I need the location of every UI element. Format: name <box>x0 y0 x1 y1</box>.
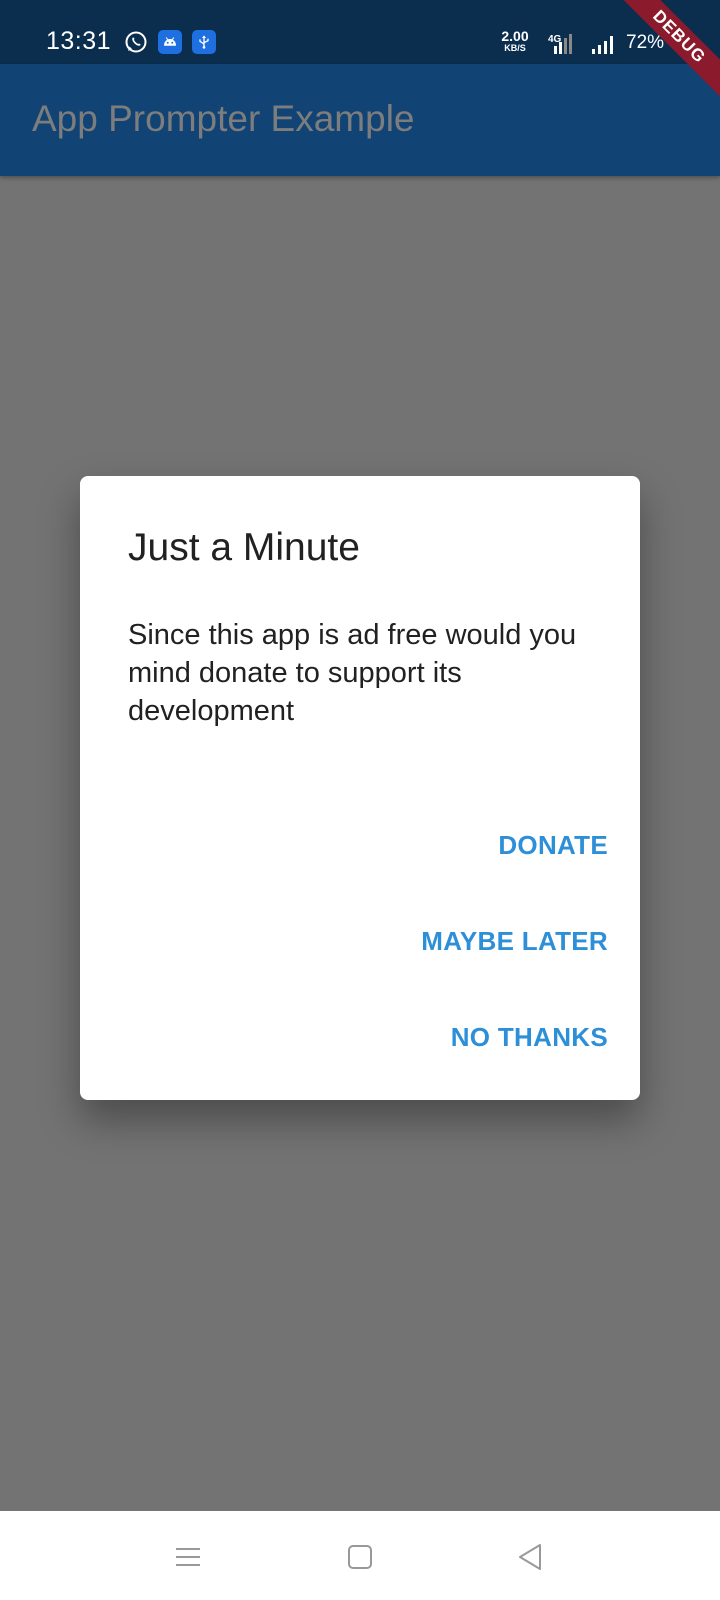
usb-icon <box>192 30 216 54</box>
dialog-title: Just a Minute <box>128 526 360 569</box>
status-time: 13:31 <box>46 27 112 55</box>
menu-icon[interactable] <box>172 1541 204 1573</box>
donate-dialog: Just a Minute Since this app is ad free … <box>80 476 640 1100</box>
app-title: App Prompter Example <box>32 98 415 139</box>
android-icon <box>158 30 182 54</box>
signal-4g-icon: 4G <box>546 32 578 56</box>
system-nav-bar <box>0 1511 720 1600</box>
donate-button[interactable]: DONATE <box>498 822 608 869</box>
maybe-later-button[interactable]: MAYBE LATER <box>421 918 608 965</box>
no-thanks-button[interactable]: NO THANKS <box>451 1014 608 1061</box>
dialog-message: Since this app is ad free would you mind… <box>128 619 577 727</box>
app-bar: App Prompter Example <box>0 64 720 176</box>
signal-icon <box>590 32 620 56</box>
whatsapp-icon <box>124 30 148 54</box>
back-triangle-icon[interactable] <box>514 1541 546 1573</box>
net-speed-value: 2.00 <box>501 28 529 44</box>
net-speed-indicator: 2.00 KB/S <box>498 28 532 54</box>
home-square-icon[interactable] <box>344 1541 376 1573</box>
status-bar: 13:31 2.00 KB/S 4G 72% <box>0 0 720 64</box>
